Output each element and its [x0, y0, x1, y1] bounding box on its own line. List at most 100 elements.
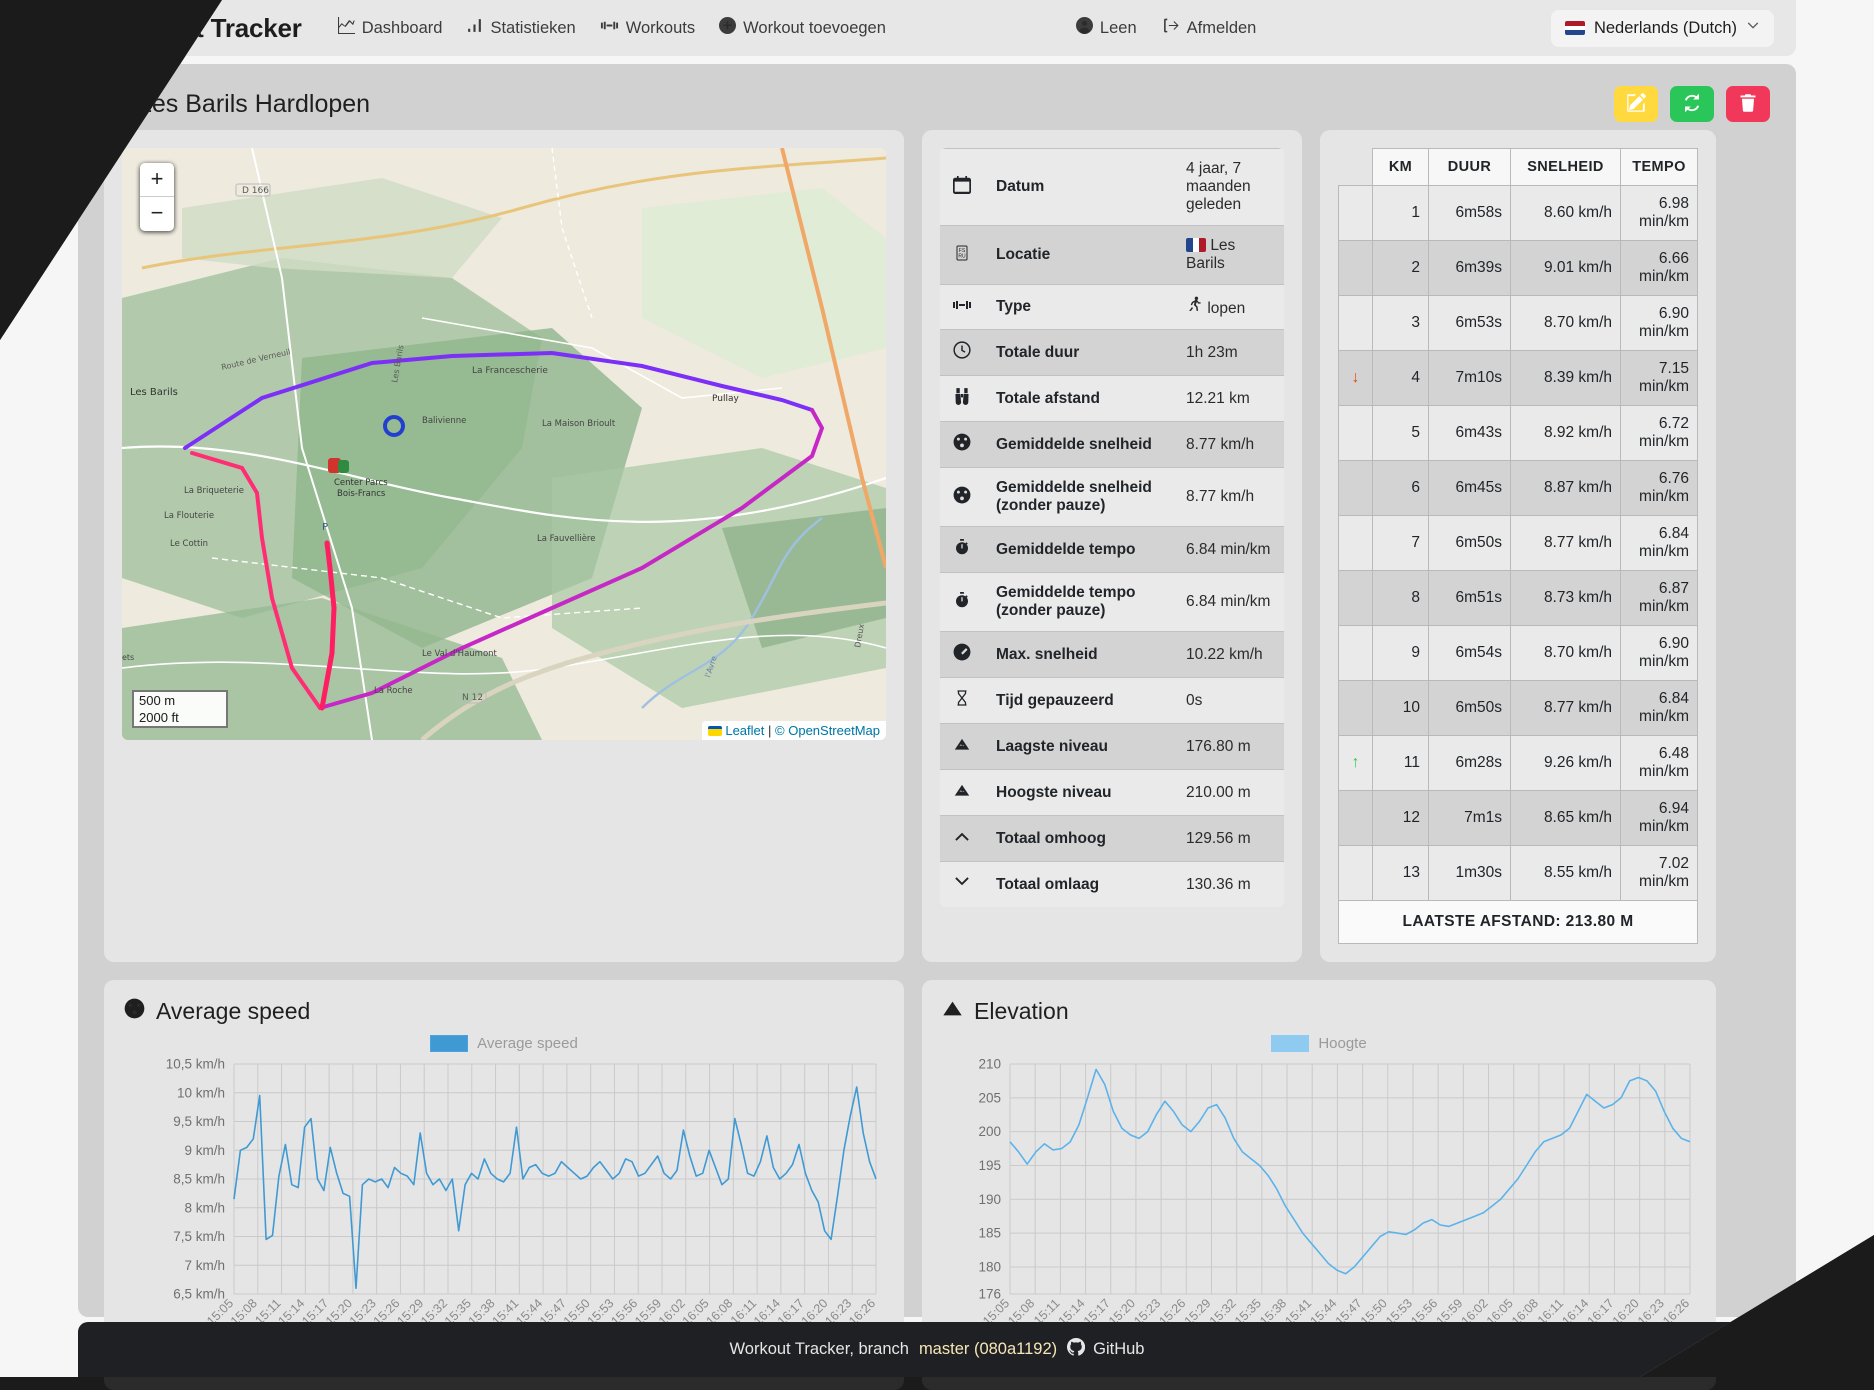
- table-row: 96m54s8.70 km/h6.90 min/km: [1338, 625, 1698, 681]
- splits-speed: 8.87 km/h: [1510, 460, 1621, 516]
- details-label: Gemiddelde snelheid: [984, 421, 1174, 468]
- svg-text:Bois-Francs: Bois-Francs: [337, 489, 386, 499]
- details-value-text: 8.77 km/h: [1186, 488, 1255, 505]
- splits-km: 9: [1372, 625, 1429, 681]
- chart-svg: 21020520019519018518017615:0515:0815:111…: [978, 1057, 1692, 1329]
- splits-km: 12: [1372, 790, 1429, 846]
- splits-km: 1: [1372, 185, 1429, 241]
- splits-duration: 6m53s: [1428, 295, 1511, 351]
- details-value-text: 1h 23m: [1186, 343, 1238, 361]
- splits-trend-icon: [1338, 405, 1373, 461]
- y-tick-label: 180: [978, 1259, 1001, 1274]
- details-label: Totale duur: [984, 329, 1174, 376]
- splits-header-tempo: TEMPO: [1620, 148, 1698, 186]
- refresh-button[interactable]: [1670, 86, 1714, 122]
- edit-button[interactable]: [1614, 86, 1658, 122]
- details-row: Gemiddelde snelheid (zonder pauze) 8.77 k…: [940, 467, 1284, 527]
- zoom-out-button[interactable]: −: [140, 197, 174, 231]
- details-row: Laagste niveau 176.80 m: [940, 723, 1284, 770]
- map-zoom-control[interactable]: + −: [140, 163, 174, 231]
- language-select[interactable]: Nederlands (Dutch): [1550, 9, 1774, 47]
- details-value-text: 10.22 km/h: [1186, 645, 1263, 663]
- splits-duration: 6m50s: [1428, 680, 1511, 736]
- leaflet-map[interactable]: D 166 Les Barils Route de Verneuil Les B…: [122, 148, 886, 740]
- details-label: Type: [984, 284, 1174, 330]
- table-row: 66m45s8.87 km/h6.76 min/km: [1338, 460, 1698, 516]
- details-value: 8.77 km/h: [1174, 467, 1284, 527]
- splits-duration: 7m1s: [1428, 790, 1511, 846]
- stopwatch-icon: [940, 572, 984, 632]
- calendar-icon: [940, 148, 984, 226]
- stopwatch-icon: [940, 526, 984, 573]
- delete-button[interactable]: [1726, 86, 1770, 122]
- y-tick-label: 6,5 km/h: [173, 1287, 225, 1302]
- splits-trend-icon: ↑: [1338, 735, 1373, 791]
- splits-speed: 8.60 km/h: [1510, 185, 1621, 241]
- details-value-text: 6.84 min/km: [1186, 593, 1271, 610]
- splits-km: 13: [1372, 845, 1429, 901]
- splits-km: 5: [1372, 405, 1429, 461]
- nav-links: Dashboard Statistieken Workouts Workout …: [337, 17, 886, 39]
- table-row: 36m53s8.70 km/h6.90 min/km: [1338, 295, 1698, 351]
- nav-link-statistieken[interactable]: Statistieken: [466, 17, 576, 39]
- splits-tempo: 6.90 min/km: [1620, 295, 1698, 351]
- leaflet-link[interactable]: Leaflet: [725, 723, 764, 738]
- nav-right: Leen Afmelden: [1075, 17, 1256, 39]
- details-value: 6.84 min/km: [1174, 572, 1284, 632]
- footer-text: Workout Tracker, branch: [729, 1340, 909, 1358]
- details-row: Totaal omlaag 130.36 m: [940, 861, 1284, 907]
- nav-user[interactable]: Leen: [1075, 17, 1137, 39]
- splits-tempo: 7.15 min/km: [1620, 350, 1698, 406]
- table-row: ↑116m28s9.26 km/h6.48 min/km: [1338, 735, 1698, 791]
- table-row: 131m30s8.55 km/h7.02 min/km: [1338, 845, 1698, 901]
- table-row: 106m50s8.77 km/h6.84 min/km: [1338, 680, 1698, 736]
- map-attribution: Leaflet | © OpenStreetMap: [701, 721, 886, 740]
- details-value-text: 6.84 min/km: [1186, 540, 1271, 558]
- github-icon: [1067, 1337, 1086, 1361]
- splits-trend-icon: [1338, 845, 1373, 901]
- nav-logout[interactable]: Afmelden: [1163, 17, 1256, 39]
- svg-text:Balivienne: Balivienne: [422, 416, 466, 426]
- nav-link-workouts[interactable]: Workouts: [600, 17, 695, 39]
- details-row: Tijd gepauzeerd 0s: [940, 677, 1284, 724]
- y-tick-label: 8 km/h: [184, 1200, 225, 1215]
- details-row: Totale afstand 12.21 km: [940, 375, 1284, 422]
- scale-metric: 500 m: [132, 690, 228, 709]
- running-icon: [104, 90, 126, 119]
- splits-trend-icon: [1338, 295, 1373, 351]
- average-speed-legend[interactable]: Average speed: [124, 1035, 884, 1052]
- details-value-text: 129.56 m: [1186, 829, 1251, 847]
- app-root-light-overlay: Workout Tracker Dashboard Statistieken W…: [0, 0, 1874, 1377]
- triangle-fill-icon: [940, 723, 984, 770]
- zoom-in-button[interactable]: +: [140, 163, 174, 197]
- leaflet-flag-icon: [707, 726, 722, 736]
- splits-header-km: KM: [1372, 148, 1429, 186]
- table-row: ↓47m10s8.39 km/h7.15 min/km: [1338, 350, 1698, 406]
- bar-chart-icon: [466, 17, 483, 39]
- details-label: Max. snelheid: [984, 631, 1174, 678]
- logout-icon: [1163, 17, 1180, 39]
- person-circle-icon: [1075, 17, 1093, 39]
- details-row: Totale duur 1h 23m: [940, 329, 1284, 376]
- nav-user-label: Leen: [1099, 18, 1137, 37]
- splits-tempo: 6.84 min/km: [1620, 515, 1698, 571]
- navbar: Workout Tracker Dashboard Statistieken W…: [78, 0, 1796, 56]
- github-link[interactable]: GitHub: [1067, 1337, 1144, 1361]
- map-scale-bar: 500 m 2000 ft: [132, 690, 228, 728]
- splits-tempo: 6.76 min/km: [1620, 460, 1698, 516]
- details-label: Totaal omhoog: [984, 815, 1174, 862]
- details-value: Les Barils: [1174, 225, 1284, 285]
- splits-panel: KMDUURSNELHEIDTEMPO 16m58s8.60 km/h6.98 …: [1320, 130, 1716, 962]
- splits-tempo: 6.66 min/km: [1620, 240, 1698, 296]
- details-value: lopen: [1174, 284, 1284, 330]
- legend-swatch: [430, 1035, 469, 1052]
- elevation-legend[interactable]: Hoogte: [942, 1035, 1696, 1052]
- osm-link[interactable]: © OpenStreetMap: [775, 723, 880, 738]
- svg-text:Pullay: Pullay: [712, 394, 739, 404]
- chart-title-text: Elevation: [974, 998, 1069, 1024]
- nav-link-workout-toevoegen[interactable]: Workout toevoegen: [719, 17, 886, 39]
- nav-link-dashboard[interactable]: Dashboard: [337, 17, 442, 39]
- dumbbell-icon: [600, 17, 619, 39]
- splits-trend-icon: [1338, 790, 1373, 846]
- splits-tempo: 6.98 min/km: [1620, 185, 1698, 241]
